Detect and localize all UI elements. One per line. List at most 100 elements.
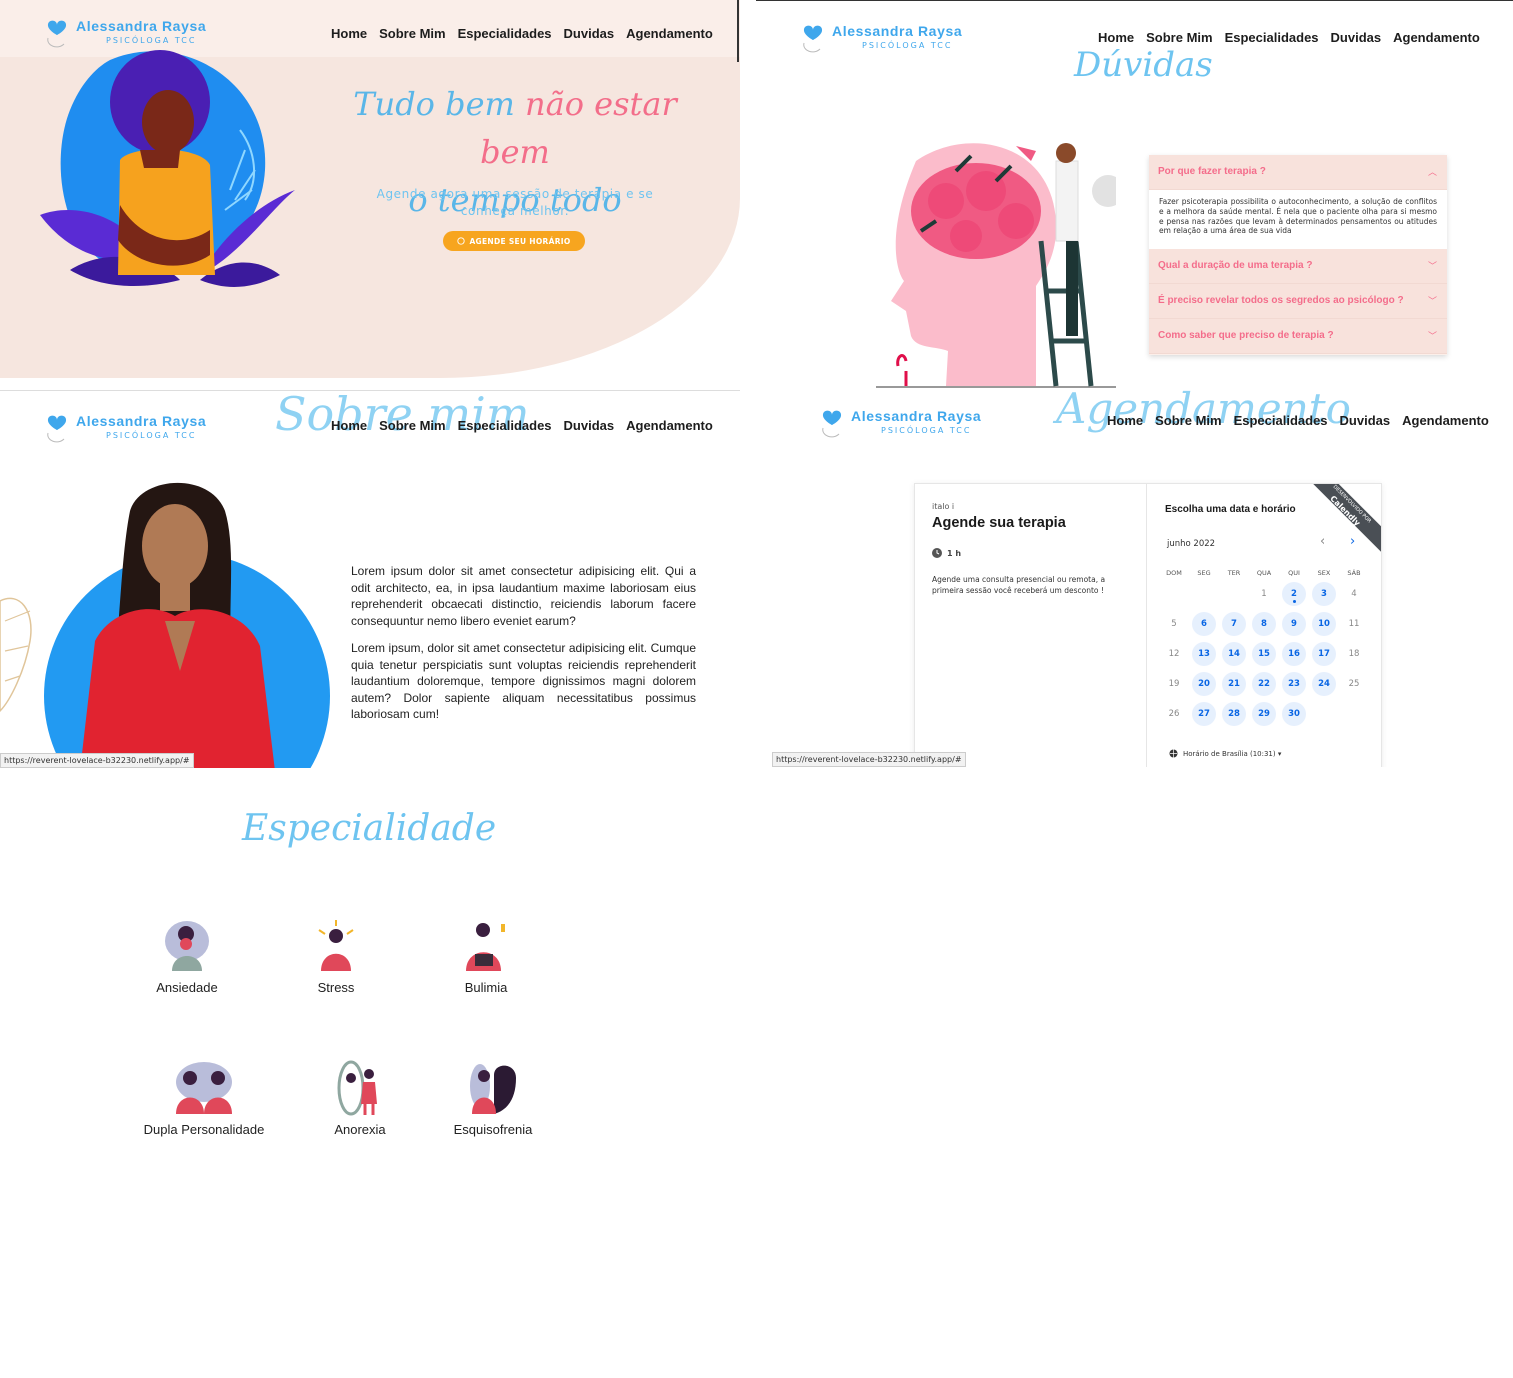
nav-duvidas[interactable]: Duvidas [1340, 413, 1391, 428]
nav-home[interactable]: Home [1107, 413, 1143, 428]
calendar-day[interactable]: 23 [1282, 672, 1306, 696]
today-dot [1293, 600, 1296, 603]
bulimia-illustration-icon [466, 923, 505, 971]
about-text: Lorem ipsum dolor sit amet consectetur a… [351, 563, 696, 734]
calendar-day[interactable]: 20 [1192, 672, 1216, 696]
status-bar-url: https://reverent-lovelace-b32230.netlify… [772, 752, 966, 767]
event-title: Agende sua terapia [932, 515, 1066, 531]
specialty-card[interactable]: Ansiedade [112, 916, 262, 995]
calendar-day[interactable]: 2 [1282, 582, 1306, 606]
specialty-card[interactable]: Bulimia [411, 916, 561, 995]
faq-question: Qual a duração de uma terapia ? [1158, 260, 1313, 271]
calendar-day[interactable]: 29 [1252, 702, 1276, 726]
globe-icon [1169, 749, 1178, 758]
timezone-select[interactable]: Horário de Brasília (10:31) ▾ [1169, 749, 1281, 758]
nav-sobre[interactable]: Sobre Mim [379, 26, 445, 41]
calendar-day[interactable]: 3 [1312, 582, 1336, 606]
calendar-day[interactable]: 24 [1312, 672, 1336, 696]
calendar-day[interactable]: 22 [1252, 672, 1276, 696]
weekday-label: SEG [1197, 569, 1211, 577]
nav-especialidades[interactable]: Especialidades [458, 418, 552, 433]
chevron-down-icon: ﹀ [1427, 297, 1437, 307]
schizophrenia-illustration-icon [470, 1064, 516, 1114]
nav-home[interactable]: Home [1098, 30, 1134, 45]
nav-sobre[interactable]: Sobre Mim [379, 418, 445, 433]
duration-label: 1 h [947, 548, 962, 558]
duvidas-section: Alessandra Raysa PSICÓLOGA TCC Home Sobr… [756, 0, 1513, 391]
brand-logo[interactable]: Alessandra Raysa PSICÓLOGA TCC [819, 404, 1019, 444]
hero-subtitle: Agende agora uma sessão de terapia e se … [376, 187, 654, 218]
faq-item[interactable]: Como saber que preciso de terapia ? ﹀ [1149, 319, 1447, 354]
calendar-day[interactable]: 6 [1192, 612, 1216, 636]
nav-agendamento[interactable]: Agendamento [626, 26, 713, 41]
calendar-day[interactable]: 8 [1252, 612, 1276, 636]
calendar-day: 5 [1171, 619, 1177, 629]
chevron-down-icon: ﹀ [1427, 262, 1437, 272]
nav-sobre[interactable]: Sobre Mim [1146, 30, 1212, 45]
brand-logo[interactable]: Alessandra Raysa PSICÓLOGA TCC [800, 19, 1000, 59]
specialty-card[interactable]: Anorexia [285, 1060, 435, 1137]
nav-sobre[interactable]: Sobre Mim [1155, 413, 1221, 428]
next-month-icon[interactable]: › [1350, 534, 1355, 549]
nav-duvidas[interactable]: Duvidas [564, 26, 615, 41]
nav-agendamento[interactable]: Agendamento [1393, 30, 1480, 45]
mind-illustration [876, 143, 1116, 388]
specialty-card[interactable]: Stress [261, 916, 411, 995]
brand-name: Alessandra Raysa [832, 23, 963, 39]
dual-personality-illustration-icon [176, 1062, 232, 1114]
weekday-label: QUA [1256, 569, 1272, 577]
nav-especialidades[interactable]: Especialidades [1225, 30, 1319, 45]
nav-duvidas[interactable]: Duvidas [1331, 30, 1382, 45]
calendar-day: 11 [1348, 619, 1360, 629]
date-picker: Escolha uma data e horário junho 2022 ‹ … [1147, 484, 1381, 767]
specialty-label: Dupla Personalidade [143, 1122, 265, 1137]
calendar-day[interactable]: 21 [1222, 672, 1246, 696]
main-nav: Home Sobre Mim Especialidades Duvidas Ag… [1107, 413, 1489, 428]
weekday-label: TER [1227, 569, 1241, 577]
calendar-day[interactable]: 28 [1222, 702, 1246, 726]
brand-name: Alessandra Raysa [76, 18, 207, 34]
brand-subtitle: PSICÓLOGA TCC [106, 431, 197, 440]
prev-month-icon[interactable]: ‹ [1320, 534, 1325, 549]
specialty-label: Stress [317, 980, 355, 995]
specialty-card[interactable]: Esquisofrenia [418, 1060, 568, 1137]
chevron-down-icon: ﹀ [1427, 332, 1437, 342]
faq-question: É preciso revelar todos os segredos ao p… [1158, 295, 1404, 306]
brand-name: Alessandra Raysa [76, 413, 207, 429]
section-title: Especialidade [242, 808, 497, 849]
nav-especialidades[interactable]: Especialidades [458, 26, 552, 41]
nav-home[interactable]: Home [331, 26, 367, 41]
nav-duvidas[interactable]: Duvidas [564, 418, 615, 433]
calendar-day[interactable]: 10 [1312, 612, 1336, 636]
faq-item[interactable]: Por que fazer terapia ? ︿ [1149, 155, 1447, 190]
nav-agendamento[interactable]: Agendamento [1402, 413, 1489, 428]
calendar-day: 19 [1168, 679, 1180, 689]
nav-agendamento[interactable]: Agendamento [626, 418, 713, 433]
schedule-button[interactable]: AGENDE SEU HORÁRIO [443, 231, 585, 251]
event-details: italo i Agende sua terapia 1 h Agende um… [915, 484, 1147, 767]
nav-especialidades[interactable]: Especialidades [1234, 413, 1328, 428]
calendar-day[interactable]: 14 [1222, 642, 1246, 666]
specialty-card[interactable]: Dupla Personalidade [129, 1060, 279, 1137]
calendar-day[interactable]: 9 [1282, 612, 1306, 636]
calendar-day[interactable]: 16 [1282, 642, 1306, 666]
section-title: Dúvidas [1074, 45, 1213, 85]
brand-subtitle: PSICÓLOGA TCC [881, 426, 972, 435]
faq-item[interactable]: Qual a duração de uma terapia ? ﹀ [1149, 249, 1447, 284]
calendar-day[interactable]: 30 [1282, 702, 1306, 726]
brand-logo[interactable]: Alessandra Raysa PSICÓLOGA TCC [44, 409, 244, 449]
calendar-day: 26 [1168, 709, 1180, 719]
nav-home[interactable]: Home [331, 418, 367, 433]
picker-heading: Escolha uma data e horário [1165, 504, 1296, 515]
calendar-day[interactable]: 27 [1192, 702, 1216, 726]
faq-question: Como saber que preciso de terapia ? [1158, 330, 1334, 341]
calendly-widget: italo i Agende sua terapia 1 h Agende um… [914, 483, 1382, 767]
calendar-day[interactable]: 13 [1192, 642, 1216, 666]
faq-item[interactable]: É preciso revelar todos os segredos ao p… [1149, 284, 1447, 319]
profile-photo [0, 482, 330, 768]
host-name: italo i [932, 502, 955, 511]
calendar-day[interactable]: 15 [1252, 642, 1276, 666]
calendar-day[interactable]: 7 [1222, 612, 1246, 636]
agendamento-section: Alessandra Raysa PSICÓLOGA TCC Agendamen… [756, 390, 1513, 767]
calendar-day[interactable]: 17 [1312, 642, 1336, 666]
